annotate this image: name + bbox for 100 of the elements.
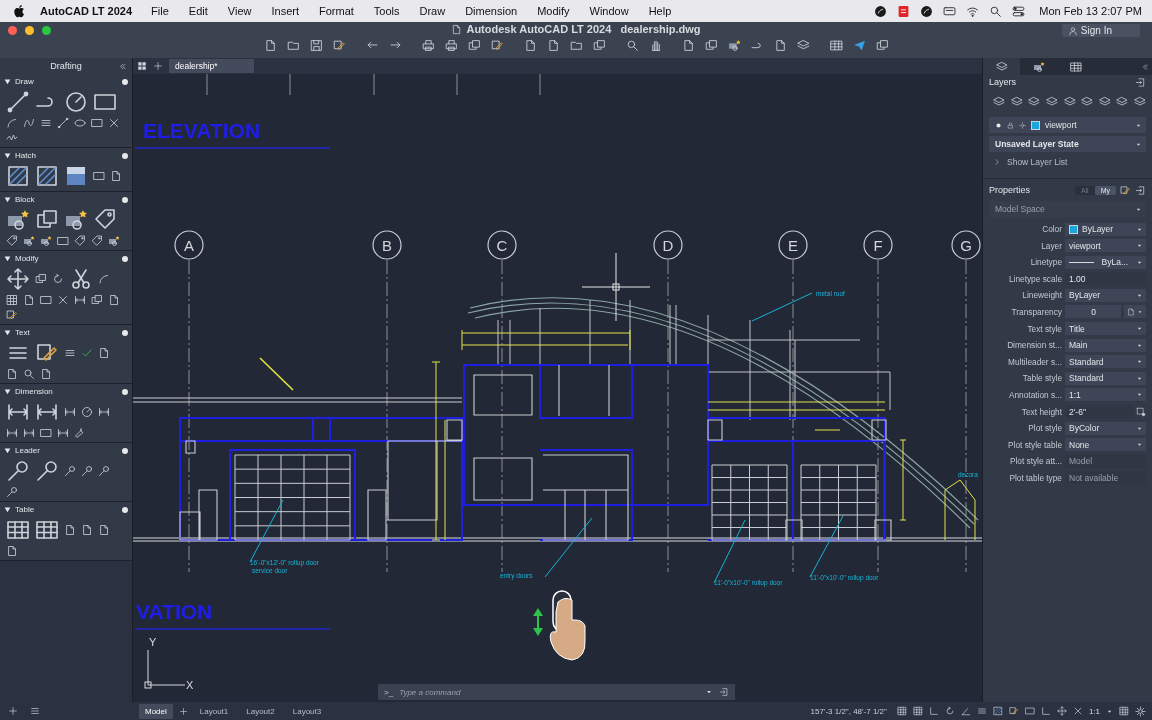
block-icon[interactable] <box>64 208 88 232</box>
section-header[interactable]: Draw <box>15 77 34 86</box>
document-icon[interactable] <box>98 347 110 359</box>
copy-icon[interactable] <box>91 294 103 306</box>
property-dropdown[interactable]: Title <box>1065 322 1146 336</box>
angle-icon[interactable] <box>960 706 971 716</box>
section-header[interactable]: Dimension <box>15 387 53 396</box>
file-tab[interactable]: dealership* <box>169 59 254 73</box>
plus-icon[interactable] <box>153 61 163 71</box>
hatch-icon[interactable] <box>35 164 59 188</box>
menu-item[interactable]: Edit <box>188 5 208 17</box>
round-app-icon[interactable] <box>874 4 888 18</box>
property-field[interactable]: 1.00 <box>1065 272 1146 286</box>
menu-item[interactable]: Dimension <box>465 5 518 17</box>
plus-icon[interactable] <box>8 706 18 716</box>
section-header[interactable]: Leader <box>15 446 40 455</box>
table-icon[interactable] <box>35 518 59 542</box>
section-options-icon[interactable] <box>122 388 128 395</box>
close-window-button[interactable] <box>8 26 17 35</box>
menu-bar-clock[interactable]: Mon Feb 13 2:07 PM <box>1039 5 1142 17</box>
cross-lines-icon[interactable] <box>108 117 120 129</box>
section-options-icon[interactable] <box>122 78 128 85</box>
block-icon[interactable] <box>108 235 120 247</box>
section-header[interactable]: Hatch <box>15 151 36 160</box>
section-options-icon[interactable] <box>122 447 128 454</box>
export-icon[interactable] <box>1135 76 1146 88</box>
layer-dropdown[interactable]: viewport <box>989 117 1146 133</box>
circle-icon[interactable] <box>81 406 93 418</box>
grid-icon[interactable] <box>6 294 18 306</box>
layers-icon[interactable] <box>995 60 1008 73</box>
wrench-icon[interactable] <box>74 427 86 439</box>
command-line-field[interactable]: >_ Type a command <box>378 684 735 700</box>
line-icon[interactable] <box>6 90 30 114</box>
property-dropdown[interactable]: Standard <box>1065 371 1146 385</box>
printer-icon[interactable] <box>444 39 458 52</box>
expand-triangle-icon[interactable] <box>4 329 11 336</box>
dimension-icon[interactable] <box>57 427 69 439</box>
menu-item[interactable]: Draw <box>419 5 446 17</box>
export-icon[interactable] <box>719 687 729 697</box>
leader-icon[interactable] <box>6 459 30 483</box>
ellipse-icon[interactable] <box>74 117 86 129</box>
layers-icon[interactable] <box>796 39 810 52</box>
move-arrows-icon[interactable] <box>6 267 30 291</box>
leader-icon[interactable] <box>35 459 59 483</box>
line-icon[interactable] <box>57 117 69 129</box>
ortho-icon[interactable] <box>928 706 939 716</box>
section-options-icon[interactable] <box>122 152 128 159</box>
apple-logo-icon[interactable] <box>14 4 26 18</box>
search-icon[interactable] <box>989 4 1003 18</box>
rectangle-icon[interactable] <box>1024 706 1035 716</box>
rotate-icon[interactable] <box>52 273 64 285</box>
leader-icon[interactable] <box>98 465 110 477</box>
square-app-icon[interactable] <box>897 4 911 18</box>
rotate-icon[interactable] <box>944 706 955 716</box>
caret-icon[interactable] <box>705 688 713 696</box>
pick-point-icon[interactable] <box>1136 406 1146 417</box>
section-options-icon[interactable] <box>122 506 128 513</box>
plus-icon[interactable] <box>178 706 188 716</box>
copy-icon[interactable] <box>875 39 889 52</box>
property-dropdown[interactable]: ByLayer <box>1065 288 1146 302</box>
leader-icon[interactable] <box>6 486 18 498</box>
property-dropdown[interactable]: None <box>1065 438 1146 452</box>
layers-icon[interactable] <box>1081 96 1094 108</box>
folder-icon[interactable] <box>569 39 583 52</box>
dimension-icon[interactable] <box>6 427 18 439</box>
printer-icon[interactable] <box>421 39 435 52</box>
pencil-icon[interactable] <box>1008 706 1019 716</box>
copy-icon[interactable] <box>467 39 481 52</box>
expand-triangle-icon[interactable] <box>4 78 11 85</box>
parallel-lines-icon[interactable] <box>976 706 987 716</box>
cross-lines-icon[interactable] <box>57 294 69 306</box>
wifi-icon[interactable] <box>966 4 980 18</box>
layers-icon[interactable] <box>993 96 1005 108</box>
show-layer-list-toggle[interactable]: Show Layer List <box>983 152 1078 172</box>
person-icon[interactable] <box>1067 25 1078 36</box>
rectangle-icon[interactable] <box>40 427 52 439</box>
document-icon[interactable] <box>23 294 35 306</box>
section-options-icon[interactable] <box>122 255 128 262</box>
section-options-icon[interactable] <box>122 196 128 203</box>
layout-tab[interactable]: Layout3 <box>286 703 328 719</box>
tag-icon[interactable] <box>93 208 117 232</box>
move-arrows-icon[interactable] <box>1056 706 1067 716</box>
expand-triangle-icon[interactable] <box>4 255 11 262</box>
export-icon[interactable] <box>1135 184 1146 196</box>
paper-plane-icon[interactable] <box>852 39 866 52</box>
section-options-icon[interactable] <box>122 329 128 336</box>
zoom-window-button[interactable] <box>42 26 51 35</box>
parallel-lines-icon[interactable] <box>40 117 52 129</box>
leader-icon[interactable] <box>64 465 76 477</box>
transparency-button[interactable] <box>1124 305 1146 319</box>
menu-item[interactable]: Tools <box>373 5 400 17</box>
circle-icon[interactable] <box>64 90 88 114</box>
block-icon[interactable] <box>23 235 35 247</box>
section-header[interactable]: Table <box>15 505 35 514</box>
arc-icon[interactable] <box>6 117 18 129</box>
block-icon[interactable] <box>40 235 52 247</box>
layers-icon[interactable] <box>1045 96 1058 108</box>
menu-item[interactable]: View <box>227 5 252 17</box>
app-name[interactable]: AutoCAD LT 2024 <box>40 5 133 17</box>
toggle-switches-icon[interactable] <box>1012 4 1026 18</box>
